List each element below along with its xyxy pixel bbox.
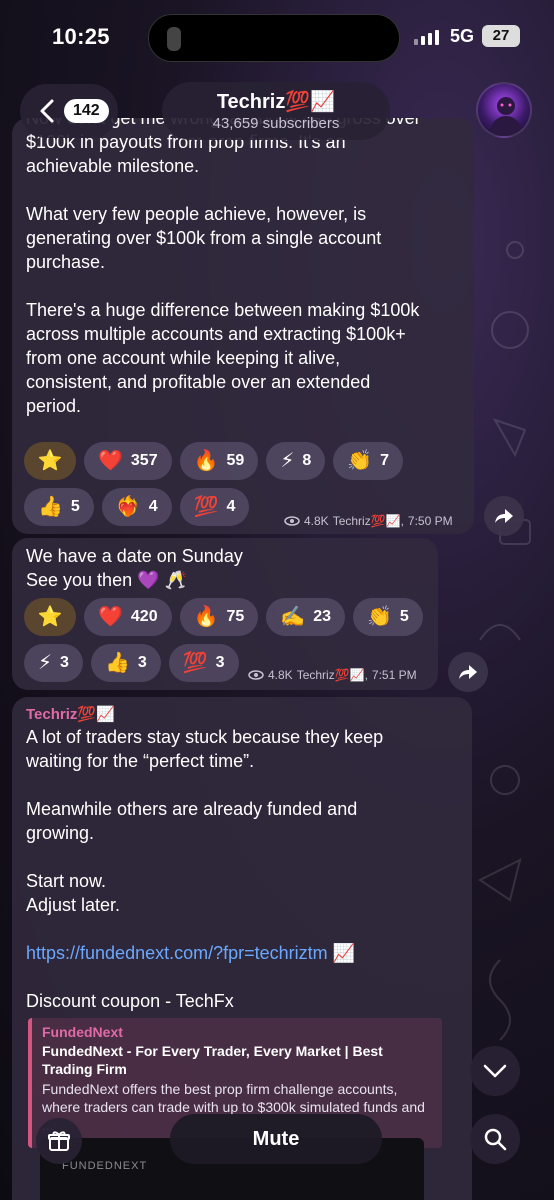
hundred-icon: 💯 — [182, 652, 208, 674]
views-eye-icon — [284, 516, 300, 526]
reaction-star[interactable]: ⭐ — [24, 598, 76, 636]
forward-button[interactable] — [484, 496, 524, 536]
search-button[interactable] — [470, 1114, 520, 1164]
views-eye-icon — [248, 670, 264, 680]
reaction-writing-hand[interactable]: ✍️ 23 — [266, 598, 346, 636]
chevron-down-icon — [483, 1064, 507, 1078]
reaction-count: 7 — [380, 452, 390, 469]
reaction-heart-on-fire[interactable]: ❤️‍🔥 4 — [101, 488, 172, 526]
view-count: 4.8K — [304, 514, 329, 528]
message-author: Techriz💯📈, — [332, 514, 404, 528]
message-sender: Techriz💯📈 — [26, 706, 115, 723]
reaction-thumbs-up[interactable]: 👍 5 — [24, 488, 94, 526]
message-text: Now don't get me wrong, anybody can gros… — [26, 118, 421, 416]
heart-on-fire-icon: ❤️‍🔥 — [115, 496, 141, 518]
star-icon: ⭐ — [37, 606, 63, 628]
reaction-clap[interactable]: 👏 5 — [353, 598, 423, 636]
fire-icon: 🔥 — [193, 450, 219, 472]
message-text: A lot of traders stay stuck because they… — [26, 725, 456, 1013]
reaction-heart[interactable]: ❤️ 357 — [84, 442, 172, 480]
reaction-fire[interactable]: 🔥 59 — [179, 442, 259, 480]
forward-button[interactable] — [448, 652, 488, 692]
reaction-lightning[interactable]: ⚡ 3 — [24, 644, 83, 682]
message-author: Techriz💯📈, — [296, 668, 368, 682]
reaction-count: 3 — [60, 654, 69, 671]
reaction-count: 59 — [226, 452, 245, 469]
thumbs-up-icon: 👍 — [38, 496, 63, 518]
reaction-count: 3 — [137, 654, 147, 671]
status-time: 10:25 — [52, 24, 110, 49]
reaction-count: 4 — [226, 498, 236, 515]
preview-site-name: FundedNext — [42, 1024, 123, 1040]
forward-icon — [495, 509, 513, 523]
reaction-star[interactable]: ⭐ — [24, 442, 76, 480]
reaction-count: 4 — [148, 498, 158, 515]
reaction-count: 357 — [130, 452, 158, 469]
message-link[interactable]: https://fundednext.com/?fpr=techriztm — [26, 943, 328, 963]
message-body: A lot of traders stay stuck because they… — [26, 727, 384, 915]
network-type: 5G — [450, 26, 475, 46]
reaction-count: 5 — [399, 608, 409, 625]
forward-icon — [459, 665, 477, 679]
gift-icon — [48, 1131, 70, 1151]
channel-avatar[interactable] — [476, 82, 532, 138]
reaction-count: 5 — [70, 498, 80, 515]
message-bubble[interactable]: Now don't get me wrong, anybody can gros… — [12, 118, 474, 534]
hundred-icon: 💯 — [193, 496, 219, 518]
writing-hand-icon: ✍️ — [280, 606, 306, 628]
view-count: 4.8K — [268, 668, 293, 682]
dynamic-island — [148, 14, 400, 62]
reaction-count: 75 — [226, 608, 245, 625]
heart-icon: ❤️ — [98, 606, 123, 628]
reaction-count: 8 — [302, 452, 312, 469]
message-meta: 4.8K Techriz💯📈, 7:50 PM — [284, 514, 453, 528]
message-text-clip: Now don't get me wrong, anybody can gros… — [12, 118, 474, 436]
channel-title[interactable]: Techriz💯📈 43,659 subscribers — [162, 82, 390, 140]
reaction-thumbs-up[interactable]: 👍 3 — [90, 644, 161, 682]
subscriber-count: 43,659 subscribers — [212, 115, 340, 132]
message-time: 7:50 PM — [407, 514, 453, 528]
status-bar: 10:25 5G 27 — [0, 0, 554, 76]
mute-button[interactable]: Mute — [170, 1114, 382, 1164]
reaction-hundred[interactable]: 💯 3 — [168, 644, 239, 682]
scroll-down-button[interactable] — [470, 1046, 520, 1096]
back-button[interactable]: 142 — [20, 84, 118, 138]
message-time: 7:51 PM — [371, 668, 417, 682]
message-text: We have a date on Sunday See you then 💜 … — [26, 546, 243, 590]
lightning-icon: ⚡ — [38, 652, 53, 674]
reaction-heart[interactable]: ❤️ 420 — [84, 598, 172, 636]
lightning-icon: ⚡ — [280, 450, 295, 472]
cellular-signal-icon — [414, 30, 439, 45]
heart-icon: ❤️ — [98, 450, 123, 472]
flashlight-icon — [167, 27, 181, 51]
reaction-count: 3 — [215, 654, 225, 671]
battery-indicator: 27 — [482, 25, 520, 47]
reaction-fire[interactable]: 🔥 75 — [179, 598, 259, 636]
gift-button[interactable] — [36, 1118, 82, 1164]
message-meta: 4.8K Techriz💯📈, 7:51 PM — [248, 668, 417, 682]
reaction-clap[interactable]: 👏 7 — [333, 442, 404, 480]
reaction-lightning[interactable]: ⚡ 8 — [266, 442, 326, 480]
coupon-text: Discount coupon - TechFx — [26, 991, 234, 1011]
avatar-figure-icon — [488, 97, 524, 136]
link-suffix: 📈 — [327, 943, 356, 963]
chevron-left-icon — [40, 99, 54, 123]
reaction-hundred[interactable]: 💯 4 — [179, 488, 250, 526]
preview-title: FundedNext - For Every Trader, Every Mar… — [42, 1043, 383, 1077]
clap-icon: 👏 — [367, 606, 392, 628]
search-icon — [484, 1128, 507, 1151]
star-icon: ⭐ — [37, 450, 63, 472]
fire-icon: 🔥 — [193, 606, 219, 628]
fundednext-logo: FUNDEDNEXT — [62, 1160, 148, 1172]
reaction-count: 420 — [130, 608, 158, 625]
message-bubble[interactable]: We have a date on Sunday See you then 💜 … — [12, 538, 438, 690]
reaction-count: 23 — [313, 608, 332, 625]
unread-count-badge: 142 — [64, 99, 109, 123]
clap-icon: 👏 — [347, 450, 373, 472]
channel-name: Techriz💯📈 — [216, 91, 336, 113]
thumbs-up-icon: 👍 — [104, 652, 130, 674]
